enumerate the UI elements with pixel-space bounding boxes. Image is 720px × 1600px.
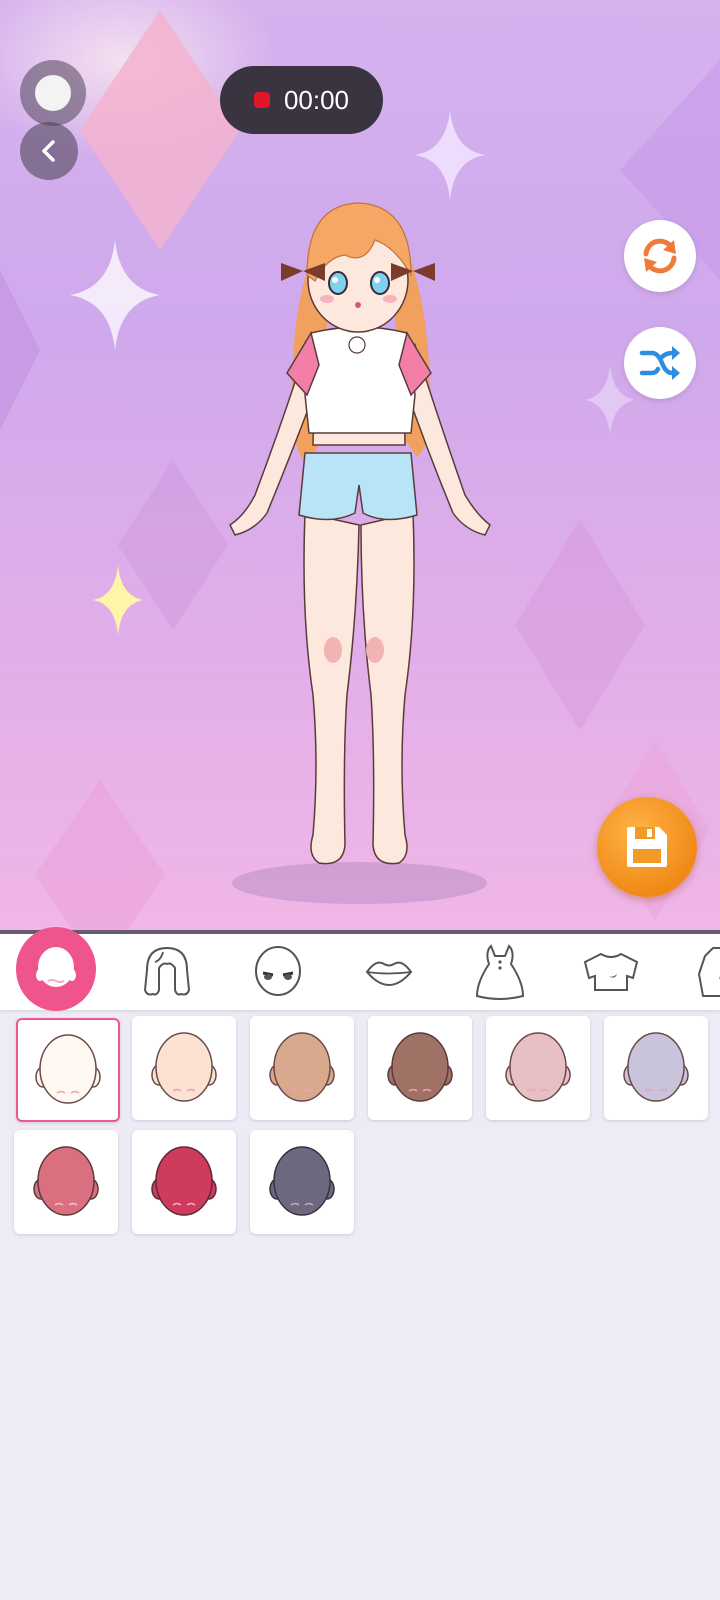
character-figure — [229, 202, 491, 865]
tab-outerwear[interactable] — [680, 934, 720, 1010]
face-swatch — [269, 1032, 335, 1102]
skin-tone-option[interactable] — [486, 1016, 590, 1120]
skin-tone-option[interactable] — [132, 1016, 236, 1120]
jacket-icon — [697, 947, 720, 997]
eyes-icon — [255, 946, 301, 996]
sparkle-icon — [93, 565, 143, 635]
hair-icon — [143, 946, 191, 996]
tab-hair[interactable] — [127, 934, 207, 1010]
skin-tone-option[interactable] — [132, 1130, 236, 1234]
tab-skin[interactable] — [16, 927, 96, 1011]
category-tab-bar — [0, 927, 720, 1011]
recording-indicator-icon — [253, 92, 270, 108]
shuffle-icon — [639, 346, 680, 380]
save-button[interactable] — [597, 797, 697, 897]
lips-icon — [365, 961, 413, 987]
background-diamond — [515, 520, 645, 730]
reset-button[interactable] — [624, 220, 696, 292]
skin-tone-option[interactable] — [14, 1130, 118, 1234]
screen-record-button[interactable] — [20, 60, 86, 126]
face-swatch — [33, 1146, 99, 1216]
face-icon — [36, 947, 76, 987]
skin-tone-option[interactable] — [604, 1016, 708, 1120]
chevron-left-icon — [42, 140, 55, 162]
randomize-button[interactable] — [624, 327, 696, 399]
face-swatch — [505, 1032, 571, 1102]
face-swatch — [269, 1146, 335, 1216]
background-diamond — [35, 780, 165, 930]
tab-top[interactable] — [571, 934, 651, 1010]
shirt-icon — [583, 952, 639, 991]
timer-text: 00:00 — [283, 84, 350, 115]
skin-tone-option[interactable] — [250, 1016, 354, 1120]
refresh-icon — [643, 238, 677, 274]
background-diamond — [0, 270, 40, 430]
character-stage — [0, 0, 720, 930]
face-swatch — [35, 1034, 101, 1104]
skin-tone-option[interactable] — [16, 1018, 120, 1122]
tab-skin-active-bubble — [16, 927, 96, 1011]
tab-eyes[interactable] — [238, 934, 318, 1010]
face-swatch — [151, 1032, 217, 1102]
face-swatch — [387, 1032, 453, 1102]
dress-icon — [475, 944, 525, 1000]
floppy-disk-icon — [627, 827, 667, 867]
skin-tone-option[interactable] — [250, 1130, 354, 1234]
face-swatch — [623, 1032, 689, 1102]
face-swatch — [151, 1146, 217, 1216]
tab-mouth[interactable] — [349, 934, 429, 1010]
back-button[interactable] — [20, 122, 78, 180]
sparkle-icon — [415, 110, 485, 200]
skin-tone-option[interactable] — [368, 1016, 472, 1120]
sparkle-icon — [70, 240, 160, 350]
tab-dress[interactable] — [460, 934, 540, 1010]
record-dot-icon — [35, 75, 71, 111]
recording-timer[interactable]: 00:00 — [220, 66, 383, 134]
